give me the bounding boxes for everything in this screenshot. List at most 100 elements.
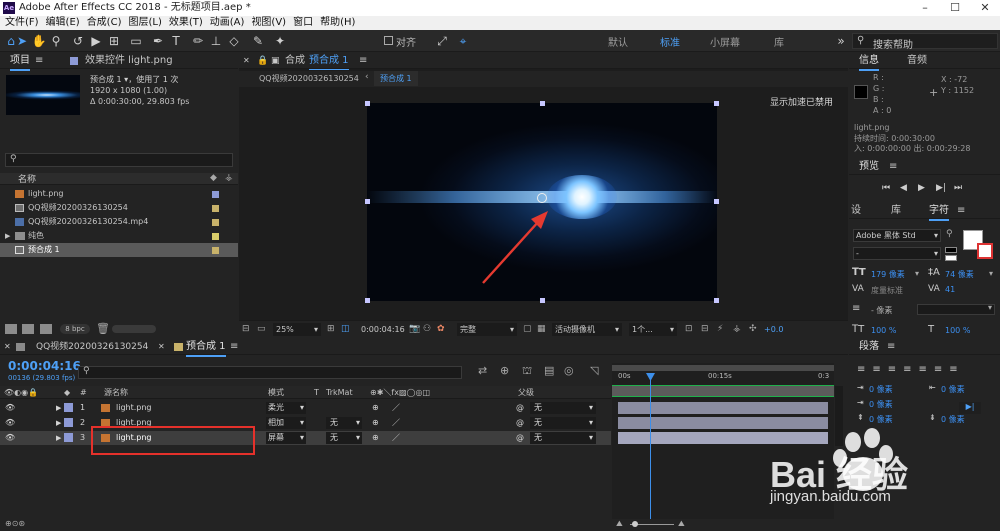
chevron-down-icon[interactable]: ▾	[989, 269, 993, 278]
interpret-footage-icon[interactable]	[5, 324, 17, 334]
camera-select[interactable]: 活动摄像机 ▾	[552, 323, 622, 336]
stroke-type-select[interactable]: ▾	[917, 303, 995, 315]
shy-layers-icon[interactable]: ⛫	[522, 364, 532, 379]
label-col-icon[interactable]: ◆	[210, 173, 217, 183]
av-features-icon[interactable]: 👁◐◉🔒	[4, 386, 38, 399]
expand-arrow-icon[interactable]: ▶	[56, 416, 61, 430]
indent-first-value[interactable]: 0 像素	[869, 399, 893, 410]
comp-panel-menu-icon[interactable]: ≡	[359, 53, 367, 69]
pan-behind-tool-icon[interactable]: ⊞	[106, 33, 122, 49]
menu-help[interactable]: 帮助(H)	[315, 16, 355, 30]
quality-switch-icon[interactable]: ／	[392, 416, 400, 430]
layer-label-swatch[interactable]	[64, 418, 73, 427]
chevron-down-icon[interactable]: ▾	[915, 269, 919, 278]
magnify-icon[interactable]: ⊟	[242, 324, 250, 334]
composition-viewer[interactable]	[367, 103, 717, 301]
project-item-selected[interactable]: 预合成 1	[0, 243, 238, 257]
flowchart-icon[interactable]: ⚶	[733, 324, 741, 334]
close-tab-icon[interactable]: ✕	[4, 339, 11, 355]
project-item[interactable]: QQ视频20200326130254.mp4	[0, 215, 238, 229]
trash-icon[interactable]: 🗑	[96, 322, 110, 335]
exposure-value[interactable]: +0.0	[764, 325, 783, 334]
roto-brush-tool-icon[interactable]: ✎	[250, 33, 266, 49]
black-swatch[interactable]	[945, 247, 957, 253]
transform-handle[interactable]	[365, 101, 370, 106]
quality-switch-icon[interactable]: ／	[392, 401, 400, 415]
graph-editor-icon[interactable]: ◹	[590, 364, 598, 377]
pixel-aspect-icon[interactable]: ⊟	[701, 324, 709, 334]
tab-precomp[interactable]: 预合成 1	[309, 53, 349, 70]
zoom-tool-icon[interactable]: ⚲	[48, 33, 64, 49]
align-buttons-icon[interactable]: ≡≡≡≡≡≡≡	[857, 364, 965, 375]
font-family-select[interactable]: Adobe 黑体 Std ▾	[853, 229, 941, 242]
transform-handle[interactable]	[714, 199, 719, 204]
menu-composition[interactable]: 合成(C)	[82, 16, 122, 30]
pickwhip-icon[interactable]: @	[516, 401, 524, 415]
tab-timeline-current[interactable]: 预合成 1	[186, 339, 226, 357]
transform-handle[interactable]	[540, 101, 545, 106]
preview-menu-icon[interactable]: ≡	[889, 159, 897, 175]
menu-window[interactable]: 窗口	[288, 16, 313, 30]
label-swatch[interactable]	[212, 233, 219, 240]
menu-layer[interactable]: 图层(L)	[123, 16, 161, 30]
views-select[interactable]: 1个... ▾	[629, 323, 677, 336]
resolution-select[interactable]: 完整 ▾	[457, 323, 517, 336]
tab-align[interactable]: 设	[851, 203, 861, 219]
parent-select[interactable]: 无 ▾	[530, 432, 596, 444]
col-trkmat[interactable]: TrkMat	[326, 386, 353, 399]
indent-left-value[interactable]: 0 像素	[869, 384, 893, 395]
clone-stamp-tool-icon[interactable]: ⊥	[208, 33, 224, 49]
transparency-grid-icon[interactable]: ▦	[537, 324, 546, 334]
transform-handle[interactable]	[540, 298, 545, 303]
timeline-menu-icon[interactable]: ≡	[230, 339, 238, 355]
col-t[interactable]: T	[314, 386, 319, 399]
col-name-header[interactable]: 名称	[18, 172, 36, 185]
eraser-tool-icon[interactable]: ◇	[226, 33, 242, 49]
breadcrumb-current[interactable]: 预合成 1	[374, 71, 418, 86]
trkmat-select[interactable]: 无 ▾	[326, 417, 362, 429]
transform-handle[interactable]	[714, 101, 719, 106]
snap-checkbox[interactable]	[384, 36, 393, 45]
play-icon[interactable]: ▶	[918, 183, 925, 193]
horizontal-scale-value[interactable]: 100 %	[945, 326, 970, 335]
project-panel-menu-icon[interactable]: ≡	[35, 53, 43, 69]
leading-value[interactable]: 74 像素	[945, 269, 974, 280]
close-button[interactable]: ✕	[970, 0, 1000, 16]
col-mode[interactable]: 模式	[268, 386, 284, 399]
label-swatch[interactable]	[212, 219, 219, 226]
vertical-scale-value[interactable]: 100 %	[871, 326, 896, 335]
breadcrumb-parent[interactable]: QQ视频20200326130254	[259, 73, 359, 84]
transform-handle[interactable]	[365, 298, 370, 303]
current-time-display[interactable]: 0:00:04:16	[361, 325, 405, 334]
kerning-value[interactable]: 度量标准	[871, 285, 903, 296]
transform-handle[interactable]	[365, 199, 370, 204]
brush-tool-icon[interactable]: ✏	[190, 33, 206, 49]
comp-flowchart-icon[interactable]: ⇄	[478, 364, 487, 377]
timeline-zoom-thumb[interactable]	[632, 521, 638, 527]
tab-info[interactable]: 信息	[859, 53, 879, 71]
zoom-select[interactable]: 25% ▾	[273, 323, 321, 336]
expand-arrow-icon[interactable]: ▶	[56, 431, 61, 445]
layer-label-swatch[interactable]	[64, 433, 73, 442]
workspace-standard[interactable]: 标准	[660, 34, 680, 49]
project-item[interactable]: light.png	[0, 187, 238, 201]
new-folder-icon[interactable]	[22, 324, 34, 334]
hand-tool-icon[interactable]: ✋	[31, 33, 47, 49]
switches-icon[interactable]: ⊕✱＼fx▨◯◎◫	[370, 386, 430, 399]
workspace-more-icon[interactable]: »	[833, 33, 849, 49]
tree-col-icon[interactable]: ⚶	[225, 173, 233, 183]
snap-target-icon[interactable]: ⌖	[455, 33, 471, 49]
label-swatch[interactable]	[212, 191, 219, 198]
new-composition-icon[interactable]	[40, 324, 52, 334]
font-style-select[interactable]: - ▾	[853, 247, 941, 260]
indent-right-value[interactable]: 0 像素	[941, 384, 965, 395]
project-search-input[interactable]: ⚲	[5, 153, 233, 167]
menu-animation[interactable]: 动画(A)	[205, 16, 245, 30]
parent-select[interactable]: 无 ▾	[530, 402, 596, 414]
zoom-out-icon[interactable]: ⛰	[616, 519, 623, 529]
work-area-bar[interactable]	[612, 365, 834, 371]
label-col-icon[interactable]: ◆	[64, 386, 70, 399]
minimize-button[interactable]: –	[910, 0, 940, 16]
transform-handle[interactable]	[714, 298, 719, 303]
menu-file[interactable]: 文件(F)	[0, 16, 39, 30]
